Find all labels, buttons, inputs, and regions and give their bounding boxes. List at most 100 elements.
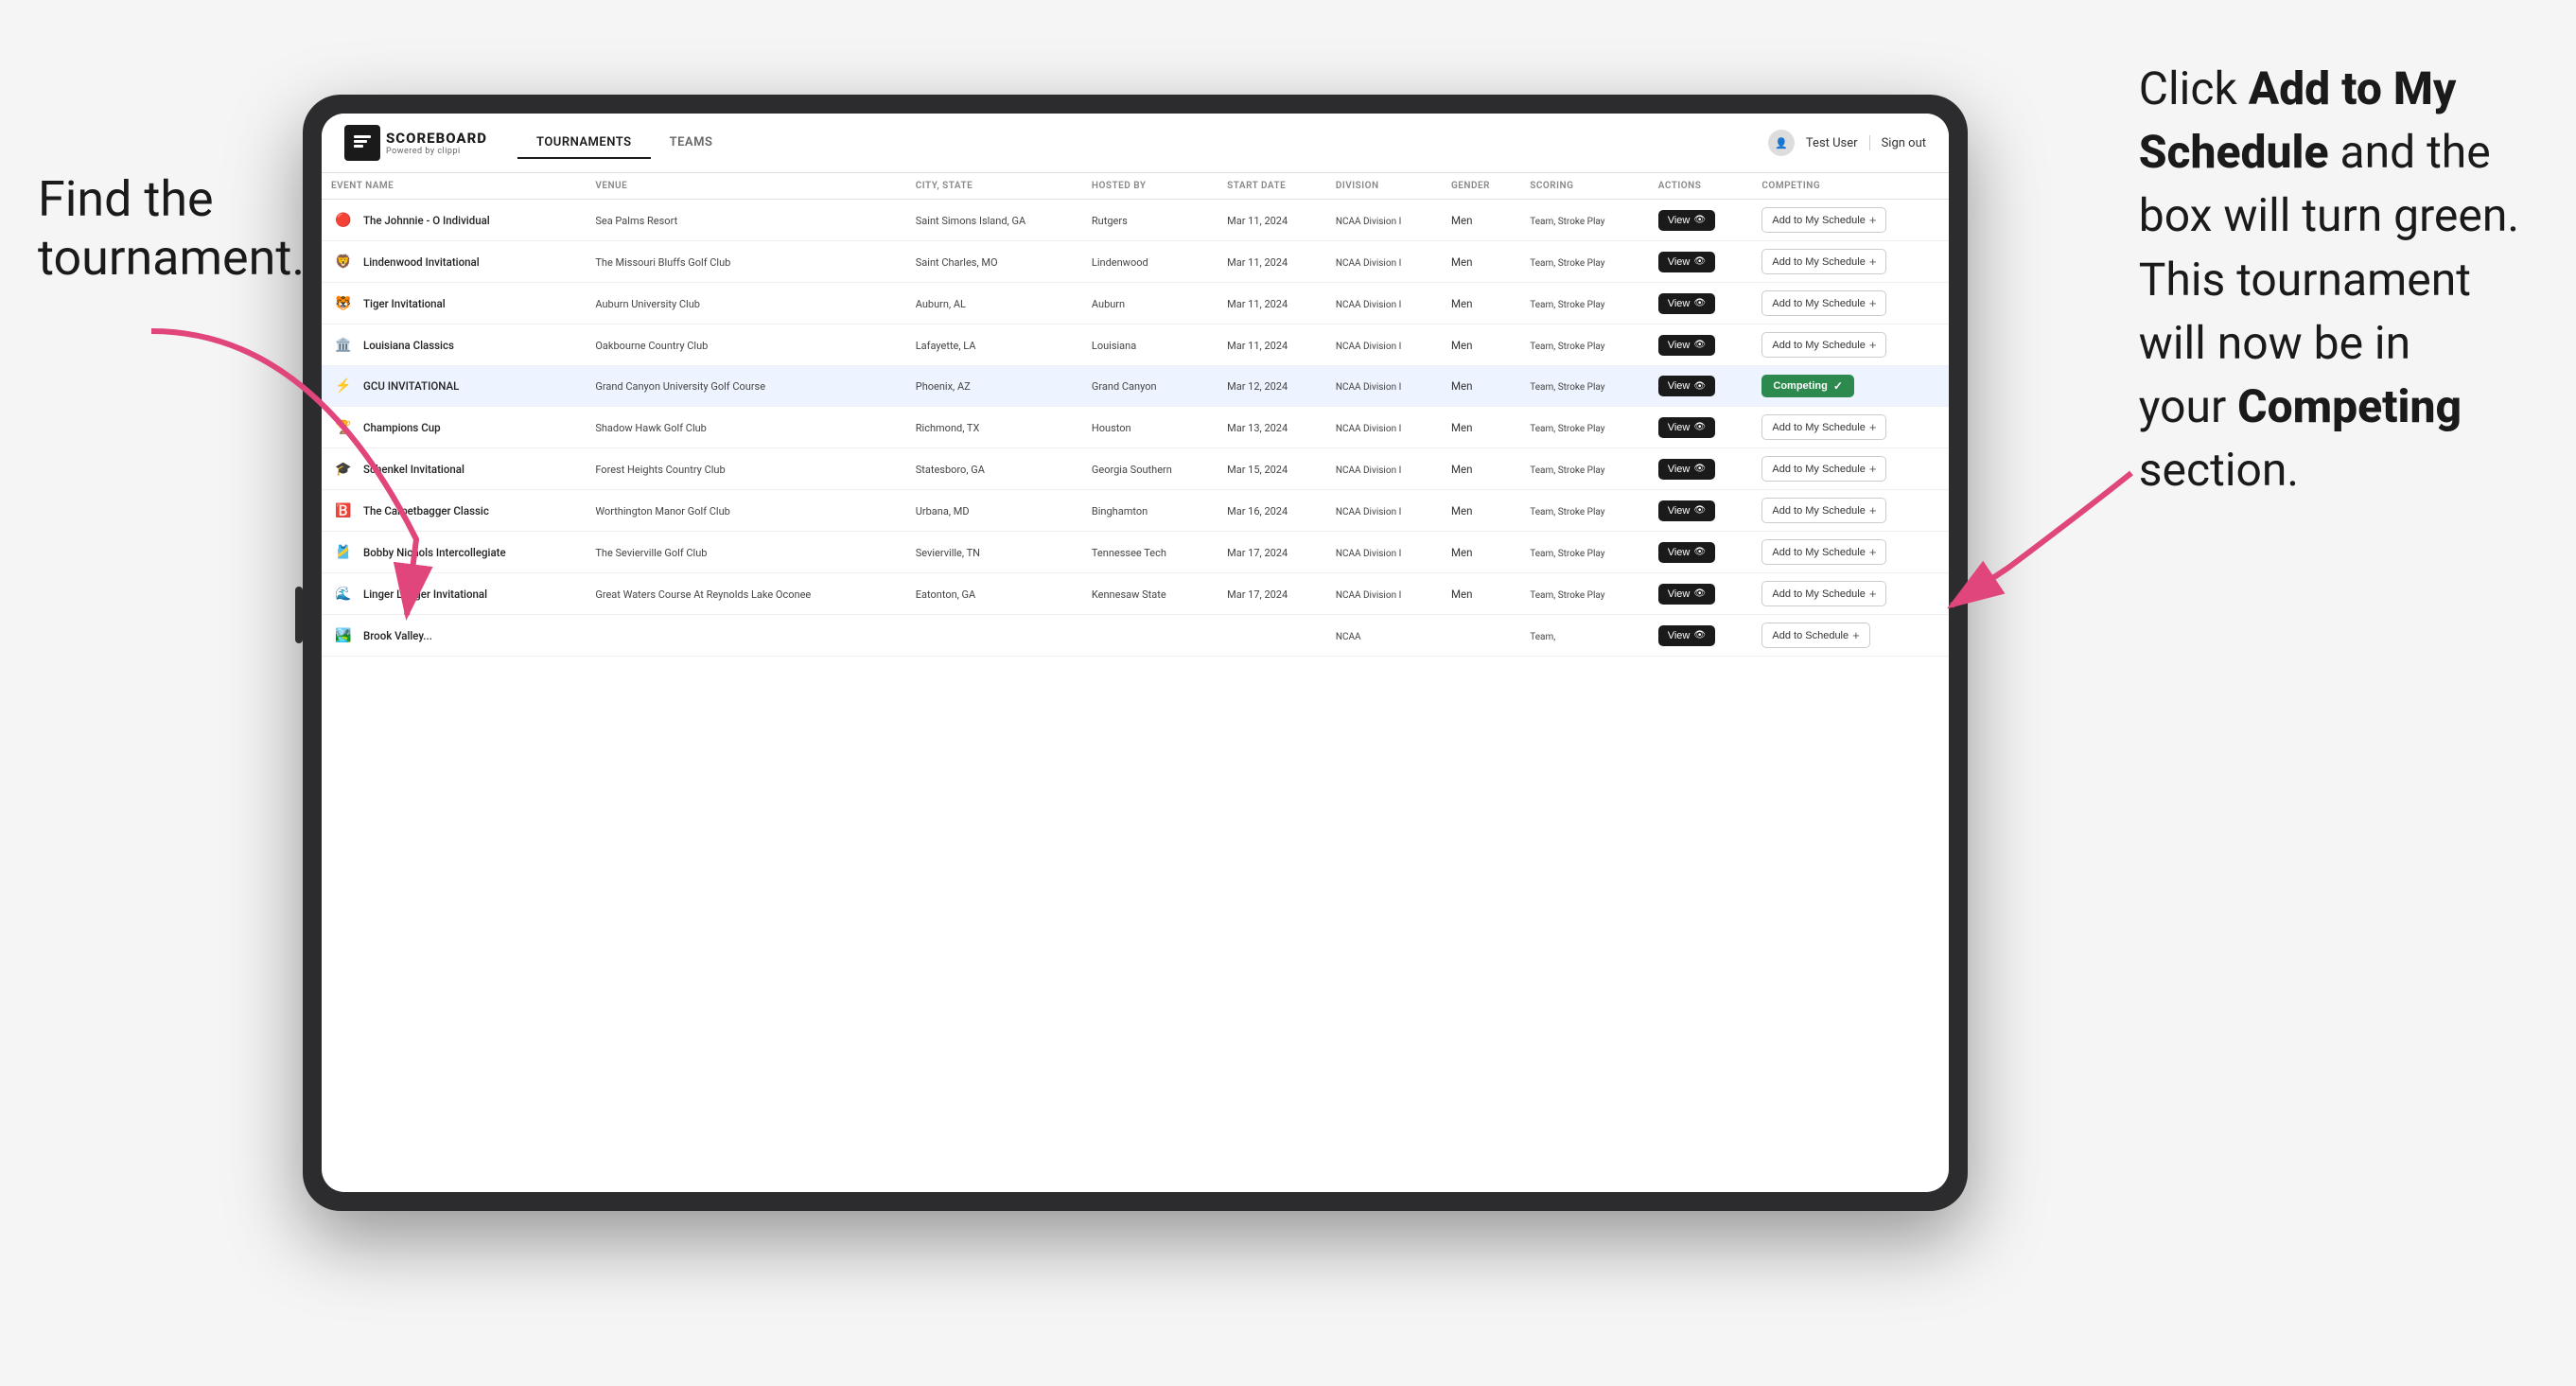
date-cell-3: Mar 11, 2024	[1218, 325, 1326, 366]
table-row: ⚡ GCU INVITATIONAL Grand Canyon Universi…	[322, 366, 1949, 407]
event-name-text-10: Brook Valley...	[363, 629, 432, 642]
event-name-text-1: Lindenwood Invitational	[363, 255, 480, 269]
col-competing: COMPETING	[1752, 173, 1949, 200]
plus-icon-1: +	[1869, 254, 1877, 269]
eye-icon-8: 👁	[1693, 547, 1706, 557]
add-schedule-label-10: Add to Schedule	[1772, 630, 1849, 641]
col-actions: ACTIONS	[1649, 173, 1753, 200]
venue-cell-0: Sea Palms Resort	[586, 200, 905, 241]
division-cell-4: NCAA Division I	[1326, 366, 1442, 407]
add-schedule-button-8[interactable]: Add to My Schedule +	[1761, 539, 1886, 565]
add-schedule-button-1[interactable]: Add to My Schedule +	[1761, 249, 1886, 274]
event-name-cell-7: 🅱️ The Carpetbagger Classic	[322, 490, 586, 532]
eye-icon-6: 👁	[1693, 464, 1706, 474]
add-schedule-button-5[interactable]: Add to My Schedule +	[1761, 414, 1886, 440]
table-row: 🅱️ The Carpetbagger Classic Worthington …	[322, 490, 1949, 532]
city-cell-4: Phoenix, AZ	[906, 366, 1082, 407]
event-name-text-9: Linger Longer Invitational	[363, 588, 487, 601]
date-cell-4: Mar 12, 2024	[1218, 366, 1326, 407]
view-button-9[interactable]: View 👁	[1658, 584, 1715, 605]
add-schedule-label-8: Add to My Schedule	[1772, 547, 1865, 558]
actions-cell-8: View 👁	[1649, 532, 1753, 573]
logo-title: SCOREBOARD	[386, 130, 487, 147]
venue-cell-9: Great Waters Course At Reynolds Lake Oco…	[586, 573, 905, 615]
event-name-text-3: Louisiana Classics	[363, 339, 454, 352]
app-header: SCOREBOARD Powered by clippi TOURNAMENTS…	[322, 114, 1949, 173]
view-button-0[interactable]: View 👁	[1658, 210, 1715, 231]
view-button-10[interactable]: View 👁	[1658, 625, 1715, 646]
hosted-cell-8: Tennessee Tech	[1082, 532, 1218, 573]
table-row: 🏆 Champions Cup Shadow Hawk Golf ClubRic…	[322, 407, 1949, 448]
add-schedule-button-2[interactable]: Add to My Schedule +	[1761, 290, 1886, 316]
scoring-cell-9: Team, Stroke Play	[1520, 573, 1648, 615]
view-button-6[interactable]: View 👁	[1658, 459, 1715, 480]
scoring-cell-4: Team, Stroke Play	[1520, 366, 1648, 407]
view-button-3[interactable]: View 👁	[1658, 335, 1715, 356]
add-schedule-button-0[interactable]: Add to My Schedule +	[1761, 207, 1886, 233]
gender-cell-5: Men	[1442, 407, 1520, 448]
add-schedule-label-1: Add to My Schedule	[1772, 256, 1865, 268]
col-division: DIVISION	[1326, 173, 1442, 200]
col-city: CITY, STATE	[906, 173, 1082, 200]
add-schedule-button-7[interactable]: Add to My Schedule +	[1761, 498, 1886, 523]
plus-icon-7: +	[1869, 503, 1877, 518]
team-logo-8: 🎽	[331, 540, 356, 565]
add-schedule-label-6: Add to My Schedule	[1772, 464, 1865, 475]
date-cell-10	[1218, 615, 1326, 657]
competing-cell-7: Add to My Schedule +	[1752, 490, 1949, 532]
scoring-cell-10: Team,	[1520, 615, 1648, 657]
add-schedule-button-6[interactable]: Add to My Schedule +	[1761, 456, 1886, 482]
venue-cell-5: Shadow Hawk Golf Club	[586, 407, 905, 448]
gender-cell-10	[1442, 615, 1520, 657]
add-schedule-label-2: Add to My Schedule	[1772, 298, 1865, 309]
plus-icon-0: +	[1869, 213, 1877, 227]
plus-icon-5: +	[1869, 420, 1877, 434]
event-name-cell-4: ⚡ GCU INVITATIONAL	[322, 366, 586, 407]
view-button-8[interactable]: View 👁	[1658, 542, 1715, 563]
sign-out-link[interactable]: Sign out	[1882, 136, 1926, 150]
competing-button-4[interactable]: Competing ✓	[1761, 375, 1854, 397]
eye-icon-5: 👁	[1693, 422, 1706, 432]
scoring-cell-1: Team, Stroke Play	[1520, 241, 1648, 283]
view-button-7[interactable]: View 👁	[1658, 500, 1715, 521]
eye-icon-0: 👁	[1693, 215, 1706, 225]
competing-cell-1: Add to My Schedule +	[1752, 241, 1949, 283]
add-schedule-label-3: Add to My Schedule	[1772, 340, 1865, 351]
division-cell-1: NCAA Division I	[1326, 241, 1442, 283]
view-button-4[interactable]: View 👁	[1658, 376, 1715, 396]
event-name-text-2: Tiger Invitational	[363, 297, 446, 310]
division-cell-5: NCAA Division I	[1326, 407, 1442, 448]
team-logo-0: 🔴	[331, 208, 356, 233]
tab-tournaments[interactable]: TOURNAMENTS	[517, 128, 651, 159]
view-button-5[interactable]: View 👁	[1658, 417, 1715, 438]
add-schedule-button-3[interactable]: Add to My Schedule +	[1761, 332, 1886, 358]
tab-teams[interactable]: TEAMS	[651, 128, 732, 159]
team-logo-10: 🏞️	[331, 623, 356, 648]
user-avatar: 👤	[1768, 130, 1795, 156]
table-row: 🌊 Linger Longer Invitational Great Water…	[322, 573, 1949, 615]
division-cell-8: NCAA Division I	[1326, 532, 1442, 573]
scoring-cell-2: Team, Stroke Play	[1520, 283, 1648, 325]
gender-cell-9: Men	[1442, 573, 1520, 615]
date-cell-5: Mar 13, 2024	[1218, 407, 1326, 448]
event-name-cell-0: 🔴 The Johnnie - O Individual	[322, 200, 586, 241]
eye-icon-7: 👁	[1693, 505, 1706, 516]
gender-cell-8: Men	[1442, 532, 1520, 573]
eye-icon-4: 👁	[1693, 381, 1706, 392]
eye-icon-9: 👁	[1693, 588, 1706, 599]
plus-icon-6: +	[1869, 462, 1877, 476]
logo-icon	[344, 125, 380, 161]
tournaments-table: EVENT NAME VENUE CITY, STATE HOSTED BY S…	[322, 173, 1949, 657]
venue-cell-2: Auburn University Club	[586, 283, 905, 325]
view-button-1[interactable]: View 👁	[1658, 252, 1715, 272]
gender-cell-1: Men	[1442, 241, 1520, 283]
venue-cell-1: The Missouri Bluffs Golf Club	[586, 241, 905, 283]
team-logo-1: 🦁	[331, 250, 356, 274]
city-cell-1: Saint Charles, MO	[906, 241, 1082, 283]
add-schedule-label-9: Add to My Schedule	[1772, 588, 1865, 600]
division-cell-6: NCAA Division I	[1326, 448, 1442, 490]
plus-icon-9: +	[1869, 587, 1877, 601]
view-button-2[interactable]: View 👁	[1658, 293, 1715, 314]
add-schedule-button-10[interactable]: Add to Schedule +	[1761, 623, 1869, 648]
add-schedule-button-9[interactable]: Add to My Schedule +	[1761, 581, 1886, 606]
